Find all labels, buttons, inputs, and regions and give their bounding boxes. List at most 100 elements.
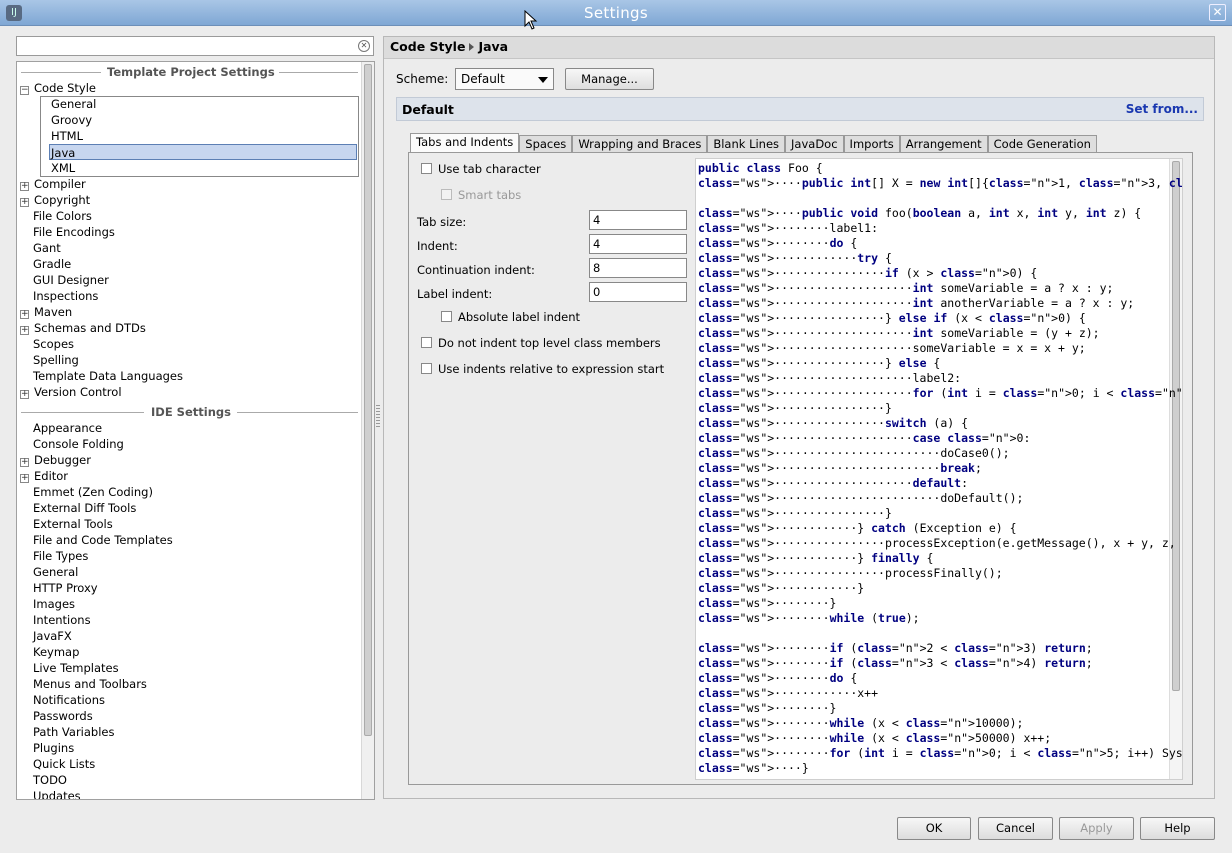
tree-item-general[interactable]: General (33, 564, 78, 580)
code-line: class="ws">················processFinall… (698, 566, 1003, 580)
tree-item-scopes[interactable]: Scopes (33, 336, 74, 352)
code-preview-scrollbar-thumb[interactable] (1172, 161, 1180, 691)
tree-item-label: Copyright (34, 193, 91, 207)
help-button[interactable]: Help (1140, 817, 1215, 840)
tree-item-images[interactable]: Images (33, 596, 75, 612)
absolute-label-indent-checkbox[interactable]: Absolute label indent (441, 310, 580, 324)
tree-item-maven[interactable]: + Maven (20, 304, 72, 320)
clear-search-icon[interactable]: ✕ (358, 40, 370, 52)
checkbox-box (441, 311, 452, 322)
panel-splitter-handle[interactable] (376, 405, 380, 427)
tree-item-gradle[interactable]: Gradle (33, 256, 71, 272)
tree-item-emmet-zen-coding-[interactable]: Emmet (Zen Coding) (33, 484, 153, 500)
tree-item-console-folding[interactable]: Console Folding (33, 436, 124, 452)
tree-item-label: HTTP Proxy (33, 581, 98, 595)
tree-item-javafx[interactable]: JavaFX (33, 628, 72, 644)
tree-item-spelling[interactable]: Spelling (33, 352, 79, 368)
tree-item-copyright[interactable]: + Copyright (20, 192, 90, 208)
tree-scrollbar[interactable] (361, 62, 374, 799)
tree-item-intentions[interactable]: Intentions (33, 612, 91, 628)
tree-item-passwords[interactable]: Passwords (33, 708, 93, 724)
code-line: class="ws">····················default: (698, 476, 969, 490)
tree-item-todo[interactable]: TODO (33, 772, 67, 788)
tree-item-html[interactable]: HTML (51, 128, 83, 144)
code-line: class="ws">············} catch (Exceptio… (698, 521, 1017, 535)
mouse-cursor-icon (524, 10, 538, 30)
cancel-button[interactable]: Cancel (978, 817, 1053, 840)
continuation-indent-field[interactable]: 8 (589, 258, 687, 278)
tree-item-menus-and-toolbars[interactable]: Menus and Toolbars (33, 676, 147, 692)
chevron-down-icon (538, 77, 548, 83)
tree-item-general[interactable]: General (51, 96, 96, 112)
close-icon[interactable]: ✕ (1209, 4, 1226, 21)
tree-item-file-and-code-templates[interactable]: File and Code Templates (33, 532, 173, 548)
code-line: class="ws">········do { (698, 671, 858, 685)
tree-item-file-types[interactable]: File Types (33, 548, 88, 564)
settings-search-input[interactable]: ✕ (16, 36, 374, 56)
tree-item-schemas-and-dtds[interactable]: + Schemas and DTDs (20, 320, 146, 336)
tree-item-plugins[interactable]: Plugins (33, 740, 74, 756)
expand-icon[interactable]: + (20, 326, 29, 335)
tree-item-version-control[interactable]: + Version Control (20, 384, 122, 400)
tree-item-inspections[interactable]: Inspections (33, 288, 98, 304)
tree-item-java[interactable]: Java (49, 144, 357, 160)
tree-item-http-proxy[interactable]: HTTP Proxy (33, 580, 98, 596)
project-settings-header: Template Project Settings (21, 65, 358, 79)
tree-item-keymap[interactable]: Keymap (33, 644, 79, 660)
tree-item-code-style[interactable]: − Code Style (20, 80, 96, 96)
set-from-link[interactable]: Set from... (1126, 102, 1198, 116)
indents-relative-checkbox[interactable]: Use indents relative to expression start (421, 362, 664, 376)
checkbox-box (421, 363, 432, 374)
expand-icon[interactable]: + (20, 310, 29, 319)
tree-item-external-diff-tools[interactable]: External Diff Tools (33, 500, 136, 516)
code-preview[interactable]: public class Foo {class="ws">····public … (695, 158, 1183, 780)
expand-icon[interactable]: + (20, 198, 29, 207)
use-tab-character-checkbox[interactable]: Use tab character (421, 162, 541, 176)
tab-size-field[interactable]: 4 (589, 210, 687, 230)
tree-item-quick-lists[interactable]: Quick Lists (33, 756, 95, 772)
manage-button[interactable]: Manage... (565, 68, 654, 90)
tree-item-groovy[interactable]: Groovy (51, 112, 92, 128)
tree-item-label: File Encodings (33, 225, 115, 239)
tree-item-label: General (51, 97, 97, 111)
tree-item-appearance[interactable]: Appearance (33, 420, 102, 436)
code-line: class="ws">················} else if (x … (698, 311, 1086, 325)
scheme-name-bar: Default Set from... (396, 97, 1204, 121)
expand-icon[interactable]: + (20, 458, 29, 467)
tree-item-label: Images (33, 597, 76, 611)
tree-item-notifications[interactable]: Notifications (33, 692, 105, 708)
expand-icon[interactable]: + (20, 390, 29, 399)
apply-button[interactable]: Apply (1059, 817, 1134, 840)
tree-item-gui-designer[interactable]: GUI Designer (33, 272, 109, 288)
tree-item-editor[interactable]: + Editor (20, 468, 68, 484)
collapse-icon[interactable]: − (20, 86, 29, 95)
code-line: class="ws">········if (class="n">3 < cla… (698, 656, 1093, 670)
tree-item-label: Java (51, 146, 76, 160)
tree-item-live-templates[interactable]: Live Templates (33, 660, 119, 676)
tree-item-file-encodings[interactable]: File Encodings (33, 224, 115, 240)
scheme-dropdown[interactable]: Default (455, 68, 554, 90)
tree-item-template-data-languages[interactable]: Template Data Languages (33, 368, 183, 384)
indent-field[interactable]: 4 (589, 234, 687, 254)
tree-item-external-tools[interactable]: External Tools (33, 516, 113, 532)
tree-item-gant[interactable]: Gant (33, 240, 61, 256)
tab-tabs-and-indents[interactable]: Tabs and Indents (410, 133, 520, 154)
tree-item-debugger[interactable]: + Debugger (20, 452, 91, 468)
tree-item-label: Path Variables (33, 725, 115, 739)
tree-item-updates[interactable]: Updates (33, 788, 81, 799)
tree-item-compiler[interactable]: + Compiler (20, 176, 86, 192)
label-indent-field[interactable]: 0 (589, 282, 687, 302)
expand-icon[interactable]: + (20, 474, 29, 483)
tree-item-xml[interactable]: XML (51, 160, 75, 176)
code-line: class="ws">····················int someV… (698, 281, 1114, 295)
tree-item-path-variables[interactable]: Path Variables (33, 724, 114, 740)
expand-icon[interactable]: + (20, 182, 29, 191)
tree-item-file-colors[interactable]: File Colors (33, 208, 92, 224)
smart-tabs-checkbox[interactable]: Smart tabs (441, 188, 521, 202)
tab-size-label: Tab size: (417, 215, 467, 229)
ok-button[interactable]: OK (897, 817, 971, 840)
no-indent-top-level-checkbox[interactable]: Do not indent top level class members (421, 336, 661, 350)
tree-scrollbar-thumb[interactable] (364, 64, 372, 736)
tree-item-label: Console Folding (33, 437, 124, 451)
code-preview-scrollbar[interactable] (1169, 159, 1182, 779)
